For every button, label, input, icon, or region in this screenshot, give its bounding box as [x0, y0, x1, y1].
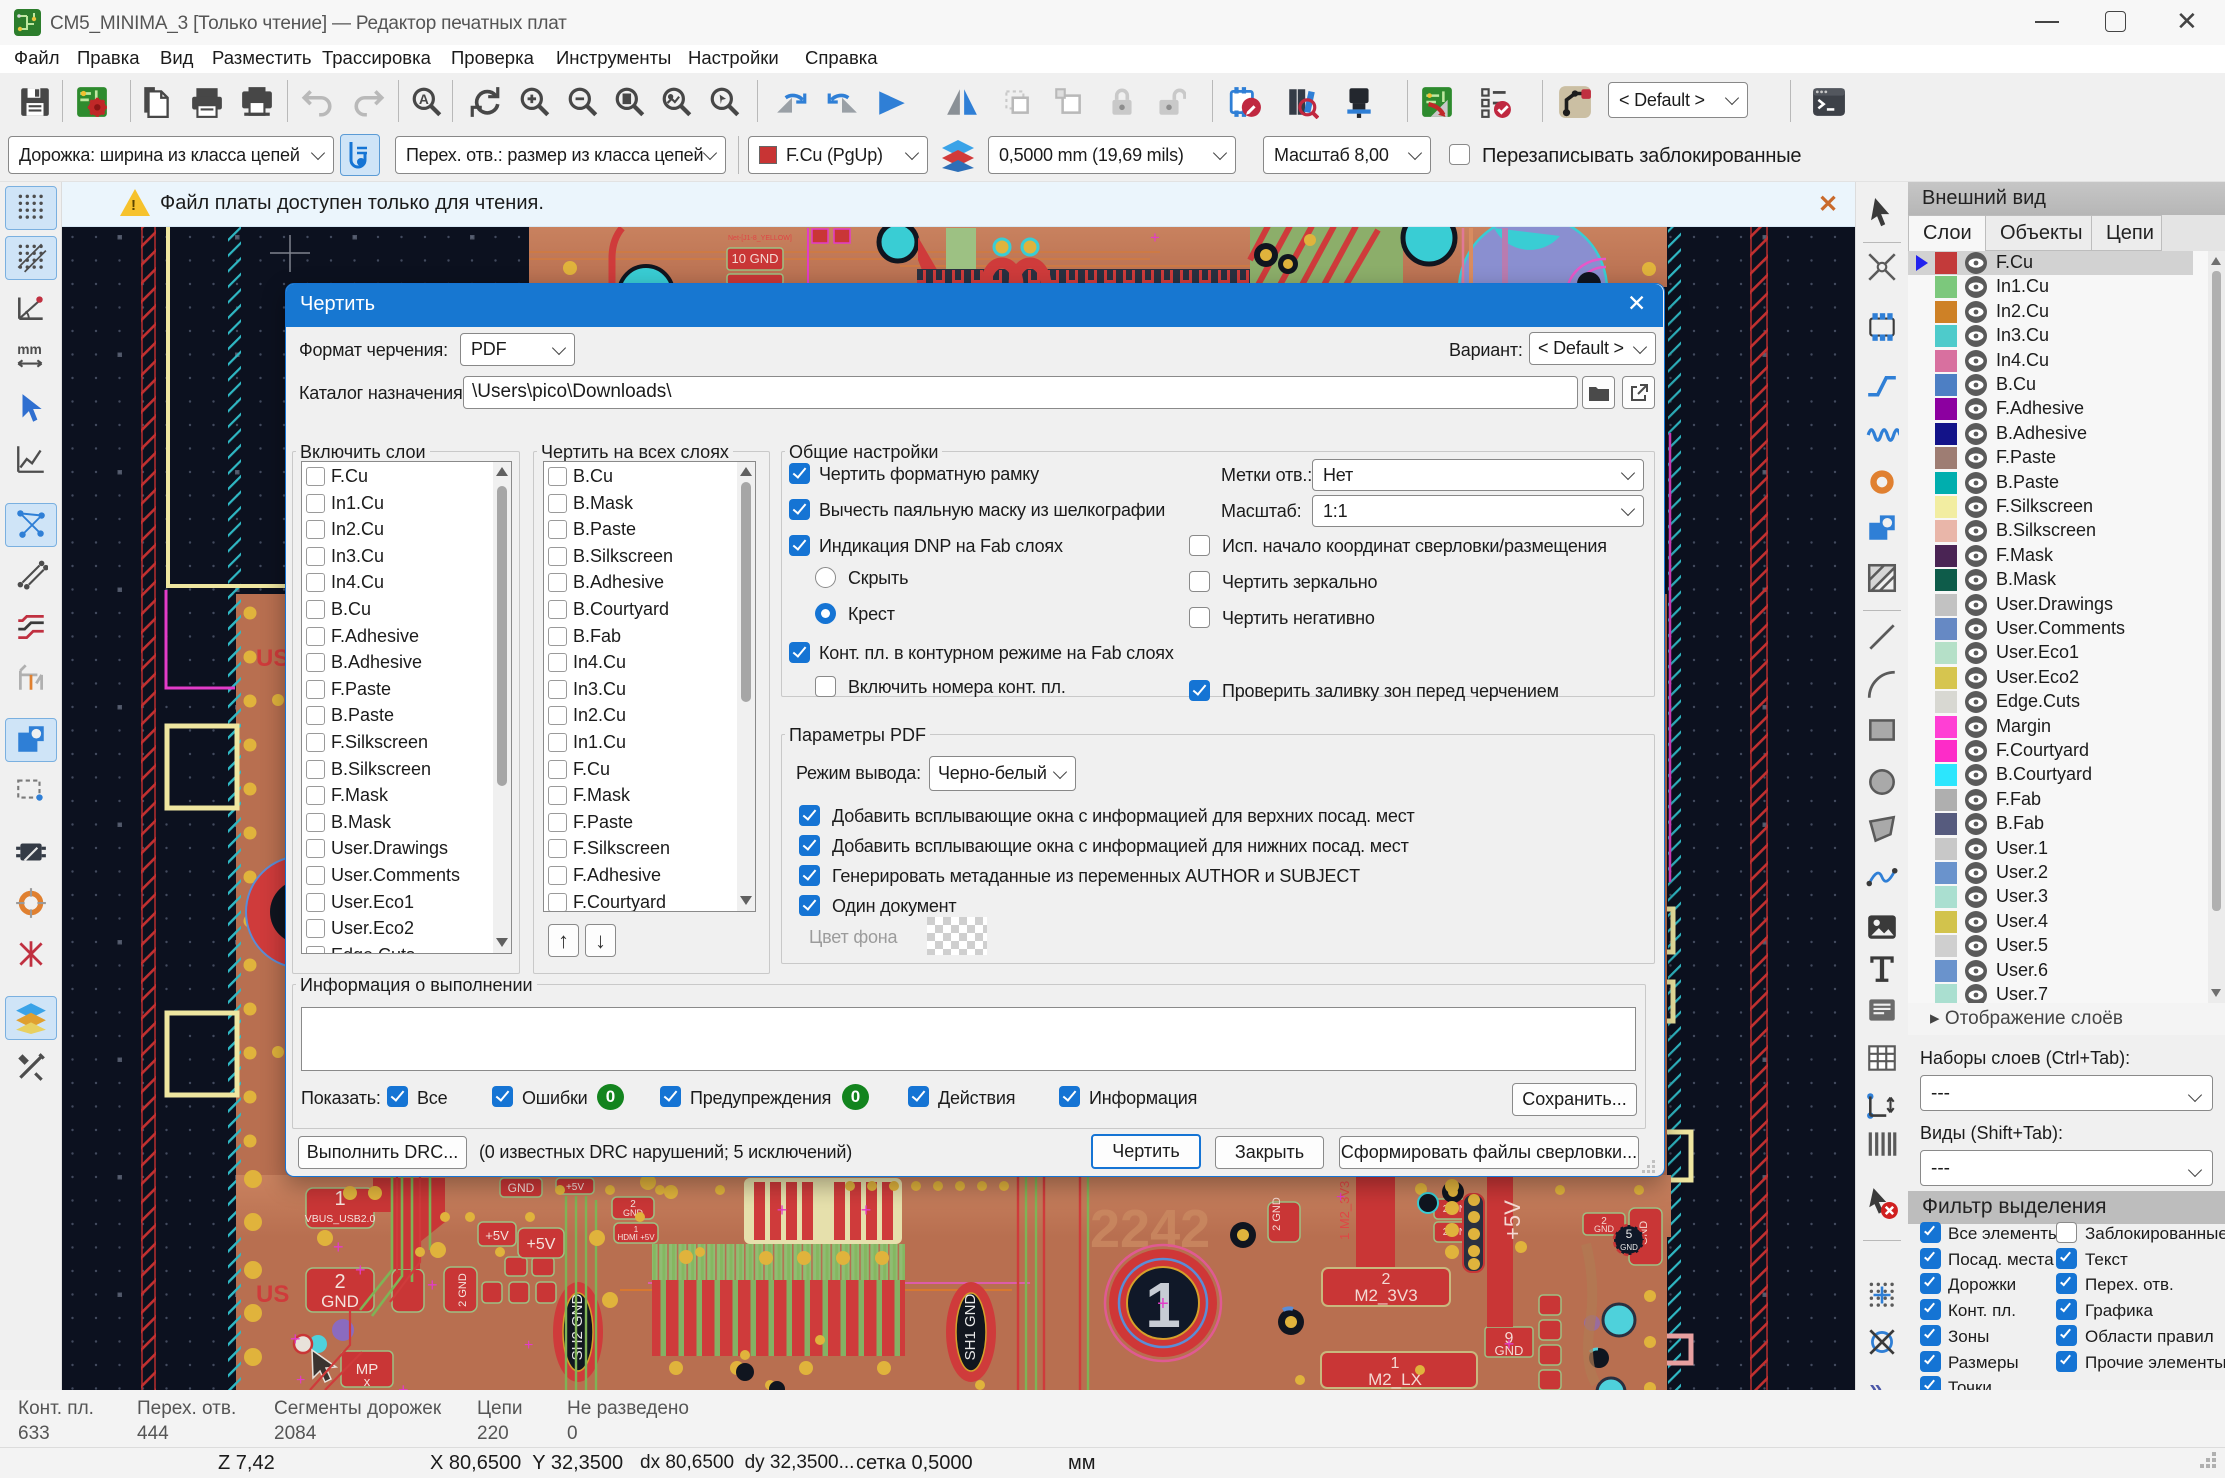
svg-text:2242: 2242: [1090, 1199, 1210, 1259]
svg-text:+: +: [333, 1237, 344, 1257]
svg-text:+: +: [524, 1337, 533, 1354]
svg-text:VBUS_USB2.0: VBUS_USB2.0: [305, 1213, 376, 1225]
svg-text:SH2 GND: SH2 GND: [569, 1293, 586, 1360]
svg-text:GND: GND: [321, 1292, 359, 1311]
svg-text:+: +: [427, 1275, 438, 1295]
svg-text:+5V: +5V: [527, 1236, 556, 1253]
svg-text:+: +: [1150, 228, 1160, 247]
svg-text:2 GND: 2 GND: [1271, 1197, 1283, 1231]
svg-text:2 GND: 2 GND: [457, 1273, 469, 1307]
svg-text:US: US: [256, 1281, 289, 1308]
svg-text:M2_LX: M2_LX: [1368, 1370, 1422, 1389]
svg-text:+: +: [398, 1380, 409, 1390]
svg-text:GND: GND: [1594, 1224, 1615, 1234]
svg-text:+: +: [1157, 1293, 1169, 1315]
svg-text:+: +: [861, 1200, 872, 1220]
svg-text:+: +: [290, 1329, 301, 1349]
svg-text:5: 5: [1626, 1227, 1633, 1241]
svg-text:GND: GND: [508, 1181, 535, 1195]
svg-text:A: A: [419, 91, 429, 107]
svg-text:SH1 GND: SH1 GND: [962, 1293, 979, 1360]
svg-text:+5V: +5V: [566, 1182, 584, 1193]
svg-text:+: +: [777, 1200, 788, 1220]
svg-text:+: +: [1336, 1189, 1345, 1206]
svg-text:10 GND: 10 GND: [732, 251, 779, 266]
svg-text:M2_3V3: M2_3V3: [1354, 1286, 1417, 1305]
svg-text:+: +: [355, 1260, 366, 1280]
svg-text:+5V: +5V: [485, 1228, 509, 1243]
svg-text:GND: GND: [1620, 1243, 1638, 1252]
svg-text:2: 2: [334, 1271, 345, 1293]
svg-text:+5V: +5V: [1500, 1200, 1525, 1240]
svg-text:x: x: [364, 1374, 371, 1389]
svg-text:Net-[J1-8_YELLOW]: Net-[J1-8_YELLOW]: [728, 235, 792, 242]
svg-text:HDMI +5V: HDMI +5V: [617, 1233, 655, 1242]
svg-text:+: +: [296, 1372, 305, 1389]
svg-text:mm: mm: [17, 341, 42, 357]
svg-text:+: +: [1504, 1334, 1515, 1354]
